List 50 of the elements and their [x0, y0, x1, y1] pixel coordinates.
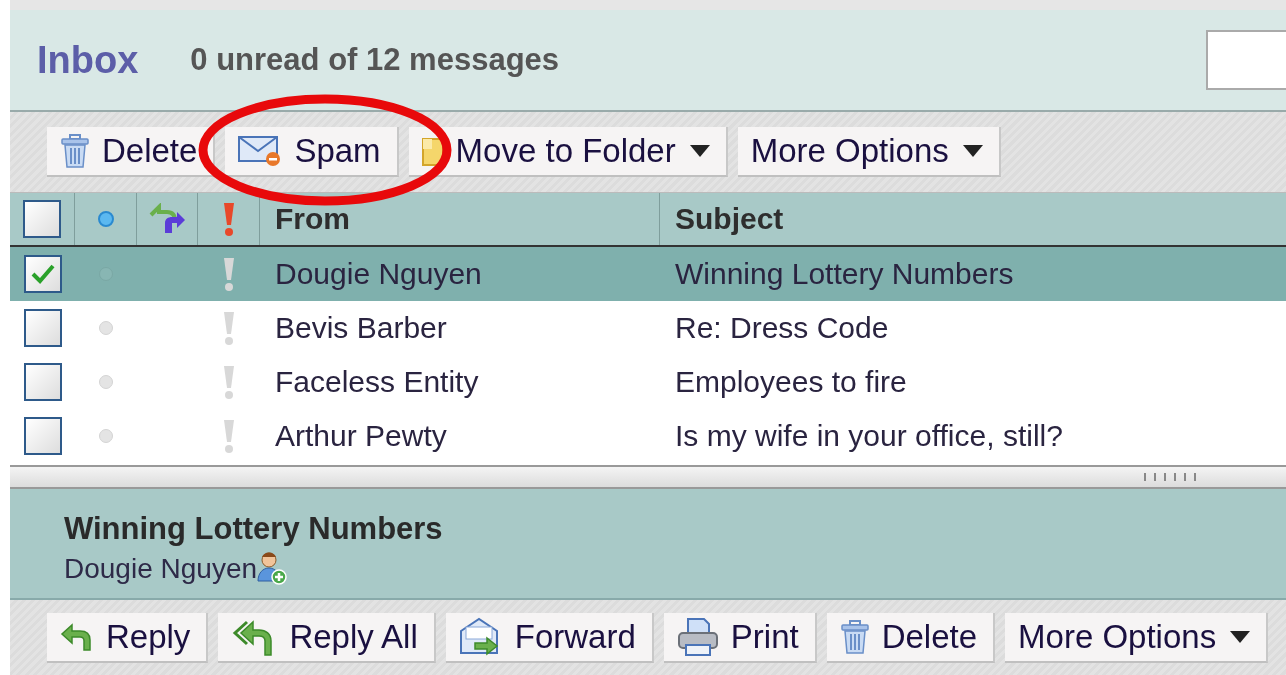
- table-cell: Winning Lottery Numbers: [675, 257, 1014, 291]
- arrows-icon: [147, 203, 187, 235]
- read-dot-icon: [99, 375, 113, 389]
- trash-icon: [839, 620, 870, 654]
- printer-icon: [676, 617, 719, 657]
- curved-arrow-icon: [60, 622, 94, 652]
- table-cell: Faceless Entity: [275, 365, 479, 399]
- column-header[interactable]: Subject: [675, 202, 784, 236]
- toolbar-button[interactable]: Reply All: [218, 613, 436, 663]
- dropdown-button[interactable]: Move to Folder: [408, 127, 728, 177]
- exclamation-icon: [222, 364, 236, 400]
- dropdown-button[interactable]: More Options: [1005, 613, 1269, 663]
- person-plus-icon[interactable]: [257, 551, 288, 585]
- envelope-icon: [238, 135, 283, 167]
- trash-icon: [60, 134, 90, 168]
- table-cell: Bevis Barber: [275, 311, 447, 345]
- toolbar-button[interactable]: Reply: [47, 613, 209, 663]
- dropdown-button[interactable]: More Options: [737, 127, 1001, 177]
- search-field[interactable]: [1206, 30, 1286, 90]
- toolbar-button[interactable]: Print: [663, 613, 817, 663]
- message-subject: Winning Lottery Numbers: [64, 511, 444, 547]
- checkbox[interactable]: [23, 363, 62, 401]
- column-header[interactable]: From: [275, 202, 350, 236]
- unread-dot-icon: [97, 211, 114, 227]
- exclamation-icon: [222, 418, 236, 454]
- toolbar-button[interactable]: Forward: [445, 613, 654, 663]
- table-cell: Is my wife in your office, still?: [675, 419, 1063, 453]
- toolbar-button[interactable]: Delete: [826, 613, 996, 663]
- folder-icon: [421, 135, 444, 167]
- checkbox[interactable]: [23, 255, 62, 293]
- table-cell: Arthur Pewty: [275, 419, 447, 453]
- table-cell: Re: Dress Code: [675, 311, 889, 345]
- table-cell: Employees to fire: [675, 365, 907, 399]
- toolbar-button[interactable]: Delete: [47, 127, 216, 177]
- toolbar-button[interactable]: Spam: [225, 127, 399, 177]
- message-row[interactable]: Dougie Nguyen Winning Lottery Numbers: [10, 247, 1286, 301]
- exclamation-icon: [222, 256, 236, 292]
- checkbox[interactable]: [23, 309, 62, 347]
- read-dot-icon: [99, 429, 113, 443]
- checkbox[interactable]: [23, 200, 61, 238]
- read-dot-icon: [99, 321, 113, 335]
- checkbox[interactable]: [23, 417, 62, 455]
- exclamation-icon: [221, 201, 236, 237]
- message-count: 0 unread of 12 messages: [190, 42, 560, 78]
- sender-name: Dougie Nguyen: [64, 553, 258, 585]
- folder-title: Inbox: [37, 38, 139, 82]
- table-cell: Dougie Nguyen: [275, 257, 482, 291]
- checkmark-icon: [29, 263, 56, 285]
- splitter-bar[interactable]: [10, 467, 1286, 489]
- exclamation-icon: [222, 310, 236, 346]
